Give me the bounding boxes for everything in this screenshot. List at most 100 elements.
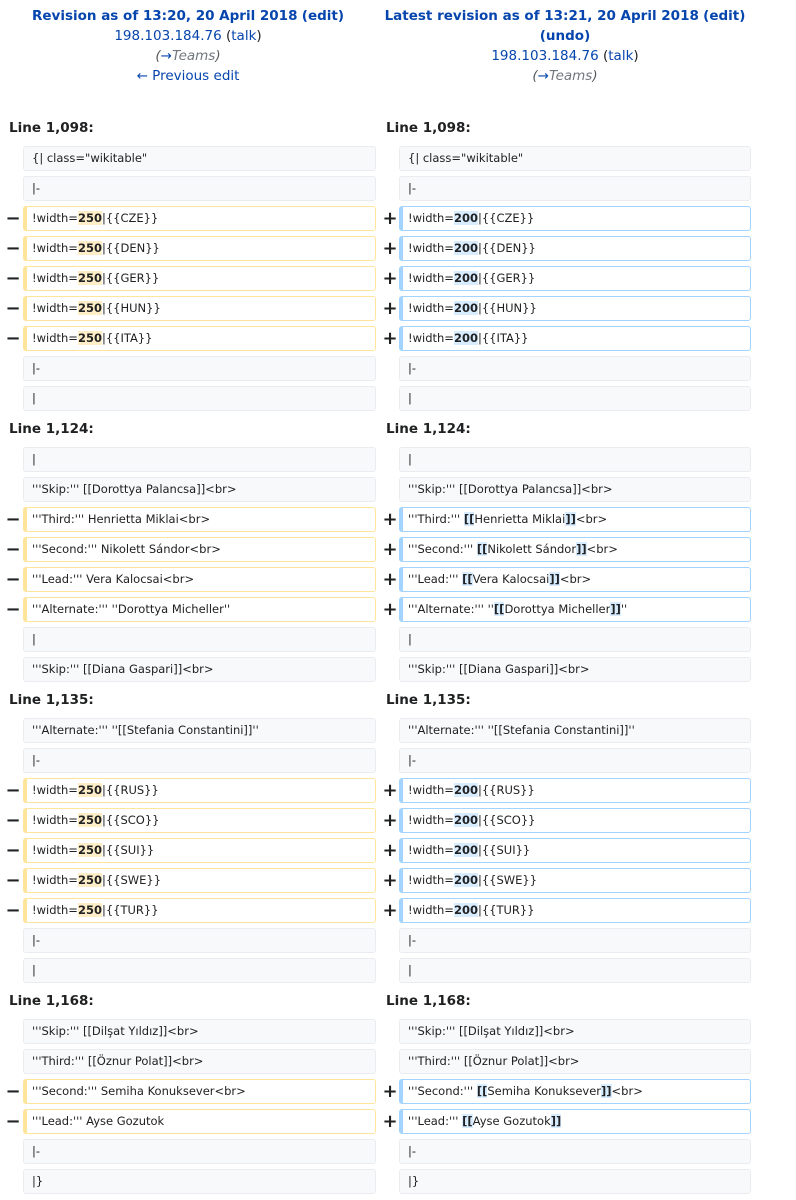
diff-text-segment: |{{TUR}} (101, 903, 159, 917)
undo-link[interactable]: undo (546, 28, 584, 44)
diff-text-segment: Dorottya Micheller (504, 602, 611, 616)
context-line-new: | (399, 447, 751, 472)
context-line-new: '''Alternate:''' ''[[Stefania Constantin… (399, 718, 751, 743)
added-line-marker: + (382, 298, 398, 319)
added-line-marker: + (382, 1111, 398, 1132)
diff-text-segment: |{{CZE}} (101, 211, 159, 225)
context-line-old: '''Third:''' [[Öznur Polat]]<br> (23, 1049, 376, 1074)
deleted-line-marker: − (5, 569, 21, 590)
context-line-new: |- (399, 748, 751, 773)
deleted-line: '''Lead:''' Ayse Gozutok (23, 1109, 376, 1134)
old-revision-user-link[interactable]: 198.103.184.76 (114, 28, 221, 44)
diff-text-segment: !width= (408, 241, 454, 255)
context-line-old: |- (23, 356, 376, 381)
added-line: !width=200|{{RUS}} (399, 778, 751, 803)
diff-text-segment: '''Third:''' (408, 512, 464, 526)
old-revision-title[interactable]: Revision as of 13:20, 20 April 2018 (32, 8, 298, 24)
added-line: '''Third:''' [[Henrietta Miklai]]<br> (399, 507, 751, 532)
diff-text-segment: 200 (453, 903, 478, 917)
new-revision-edit-summary: (→Teams) (532, 68, 598, 84)
diff-text-segment: [[ (493, 602, 505, 616)
diff-text-segment: 250 (77, 783, 102, 797)
diff-text-segment: '''Lead:''' Ayse Gozutok (32, 1114, 165, 1128)
deleted-line: '''Second:''' Nikolett Sándor<br> (23, 537, 376, 562)
diff-text-segment: ]] (550, 1114, 562, 1128)
diff-text-segment: !width= (32, 903, 78, 917)
context-line-old: |- (23, 1139, 376, 1164)
diff-text-segment: 200 (453, 301, 478, 315)
deleted-line: !width=250|{{DEN}} (23, 236, 376, 261)
added-line-marker: + (382, 810, 398, 831)
diff-text-segment: 200 (453, 813, 478, 827)
context-line-old: |- (23, 928, 376, 953)
line-number-old: Line 1,098: (9, 120, 94, 136)
new-revision-user-link[interactable]: 198.103.184.76 (491, 48, 598, 64)
deleted-line: '''Lead:''' Vera Kalocsai<br> (23, 567, 376, 592)
diff-text-segment: !width= (408, 903, 454, 917)
added-line: !width=200|{{HUN}} (399, 296, 751, 321)
diff-text-segment: [[ (462, 572, 473, 586)
diff-text-segment: '''Lead:''' (408, 572, 463, 586)
diff-text-segment: [[ (476, 542, 488, 556)
added-line-marker: + (382, 268, 398, 289)
added-line: !width=200|{{SCO}} (399, 808, 751, 833)
diff-text-segment: |{{ITA}} (477, 331, 529, 345)
new-revision-talk-link[interactable]: talk (608, 48, 633, 64)
context-line-old: | (23, 627, 376, 652)
added-line-marker: + (382, 238, 398, 259)
previous-edit-link[interactable]: ← Previous edit (137, 68, 240, 84)
context-line-new: | (399, 386, 751, 411)
diff-text-segment: 200 (453, 873, 478, 887)
diff-text-segment: !width= (32, 873, 78, 887)
added-line: !width=200|{{DEN}} (399, 236, 751, 261)
added-line-marker: + (382, 870, 398, 891)
context-line-new: |- (399, 1139, 751, 1164)
diff-text-segment: 200 (453, 843, 478, 857)
old-revision-talk-link[interactable]: talk (231, 28, 256, 44)
diff-text-segment: 200 (453, 331, 478, 345)
old-revision-edit-link[interactable]: edit (308, 8, 338, 24)
context-line-new: '''Skip:''' [[Dilşat Yıldız]]<br> (399, 1019, 751, 1044)
added-line-marker: + (382, 780, 398, 801)
diff-text-segment: '''Alternate:''' '' (408, 602, 494, 616)
diff-text-segment: !width= (32, 301, 78, 315)
added-line-marker: + (382, 208, 398, 229)
diff-text-segment: !width= (32, 813, 78, 827)
diff-text-segment: !width= (408, 783, 454, 797)
diff-text-segment: !width= (32, 331, 78, 345)
diff-text-segment: 250 (77, 873, 102, 887)
diff-text-segment: !width= (408, 843, 454, 857)
diff-text-segment: !width= (32, 843, 78, 857)
deleted-line-marker: − (5, 298, 21, 319)
line-number-new: Line 1,124: (386, 421, 471, 437)
diff-text-segment: |{{GER}} (477, 271, 536, 285)
deleted-line: !width=250|{{TUR}} (23, 898, 376, 923)
new-revision-title[interactable]: Latest revision as of 13:21, 20 April 20… (385, 8, 699, 24)
new-revision-edit-link[interactable]: edit (709, 8, 739, 24)
line-number-new: Line 1,168: (386, 993, 471, 1009)
diff-text-segment: 250 (77, 813, 102, 827)
deleted-line: !width=250|{{GER}} (23, 266, 376, 291)
diff-text-segment: [[ (462, 1114, 473, 1128)
diff-text-segment: !width= (408, 331, 454, 345)
deleted-line-marker: − (5, 238, 21, 259)
added-line-marker: + (382, 900, 398, 921)
added-line: '''Lead:''' [[Vera Kalocsai]]<br> (399, 567, 751, 592)
deleted-line-marker: − (5, 208, 21, 229)
diff-text-segment: Henrietta Miklai (474, 512, 566, 526)
deleted-line-marker: − (5, 870, 21, 891)
diff-text-segment: !width= (408, 211, 454, 225)
section-arrow-link[interactable]: → (161, 48, 172, 64)
diff-text-segment: '''Alternate:''' ''Dorottya Micheller'' (32, 602, 231, 616)
added-line: !width=200|{{SWE}} (399, 868, 751, 893)
diff-text-segment: '''Second:''' Semiha Konuksever<br> (32, 1084, 246, 1098)
deleted-line-marker: − (5, 900, 21, 921)
added-line-marker: + (382, 840, 398, 861)
deleted-line-marker: − (5, 509, 21, 530)
section-arrow-link[interactable]: → (538, 68, 549, 84)
diff-text-segment: '''Lead:''' (408, 1114, 463, 1128)
diff-text-segment: 250 (77, 241, 102, 255)
deleted-line: !width=250|{{CZE}} (23, 206, 376, 231)
line-number-new: Line 1,098: (386, 120, 471, 136)
context-line-old: | (23, 447, 376, 472)
